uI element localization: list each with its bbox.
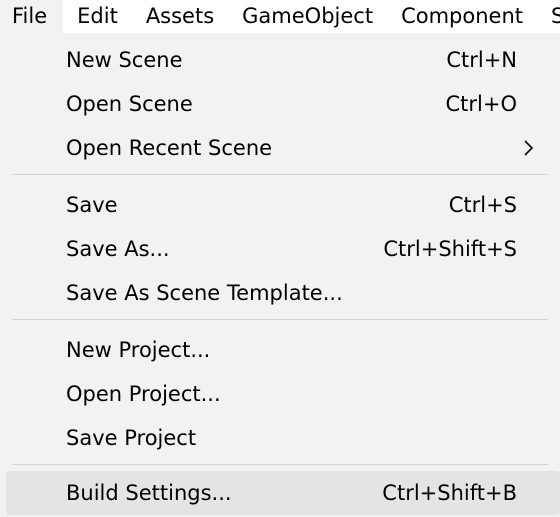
menu-item-open-scene[interactable]: Open Scene Ctrl+O [0,82,560,126]
menu-item-shortcut: Ctrl+S [448,193,517,217]
menubar-component[interactable]: Component [387,0,537,33]
menu-item-shortcut: Ctrl+Shift+B [382,481,517,505]
menu-separator [12,174,548,175]
menu-item-label: Open Scene [66,92,193,116]
menu-item-label: Save [66,193,118,217]
menu-item-shortcut: Ctrl+O [445,92,518,116]
menu-item-label: Open Project... [66,382,221,406]
menu-item-save-as-scene-template[interactable]: Save As Scene Template... [0,271,560,315]
menu-item-save[interactable]: Save Ctrl+S [0,183,560,227]
menu-item-save-project[interactable]: Save Project [0,416,560,460]
menu-item-label: Build Settings... [66,481,232,505]
menu-item-open-project[interactable]: Open Project... [0,372,560,416]
menu-item-label: New Scene [66,48,183,72]
menubar-assets[interactable]: Assets [132,0,228,33]
menubar-gameobject[interactable]: GameObject [228,0,387,33]
menu-item-shortcut: Ctrl+N [446,48,517,72]
menubar-s-cutoff[interactable]: S [537,0,560,33]
menu-item-open-recent-scene[interactable]: Open Recent Scene [0,126,560,170]
menu-item-shortcut: Ctrl+Shift+S [383,237,517,261]
menu-item-build-settings[interactable]: Build Settings... Ctrl+Shift+B [6,471,560,515]
menu-separator [12,319,548,320]
chevron-right-icon [524,140,534,156]
menubar-file[interactable]: File [0,0,64,33]
menu-bar: File Edit Assets GameObject Component S [0,0,560,34]
file-menu-dropdown: New Scene Ctrl+N Open Scene Ctrl+O Open … [0,33,560,517]
menu-item-label: Save As Scene Template... [66,281,343,305]
menu-item-label: Save As... [66,237,170,261]
menu-item-label: Open Recent Scene [66,136,273,160]
menu-separator [12,464,548,465]
menu-item-new-scene[interactable]: New Scene Ctrl+N [0,38,560,82]
menu-item-label: Save Project [66,426,197,450]
menubar-edit[interactable]: Edit [63,0,132,33]
menu-item-new-project[interactable]: New Project... [0,328,560,372]
menu-item-save-as[interactable]: Save As... Ctrl+Shift+S [0,227,560,271]
menu-item-label: New Project... [66,338,211,362]
